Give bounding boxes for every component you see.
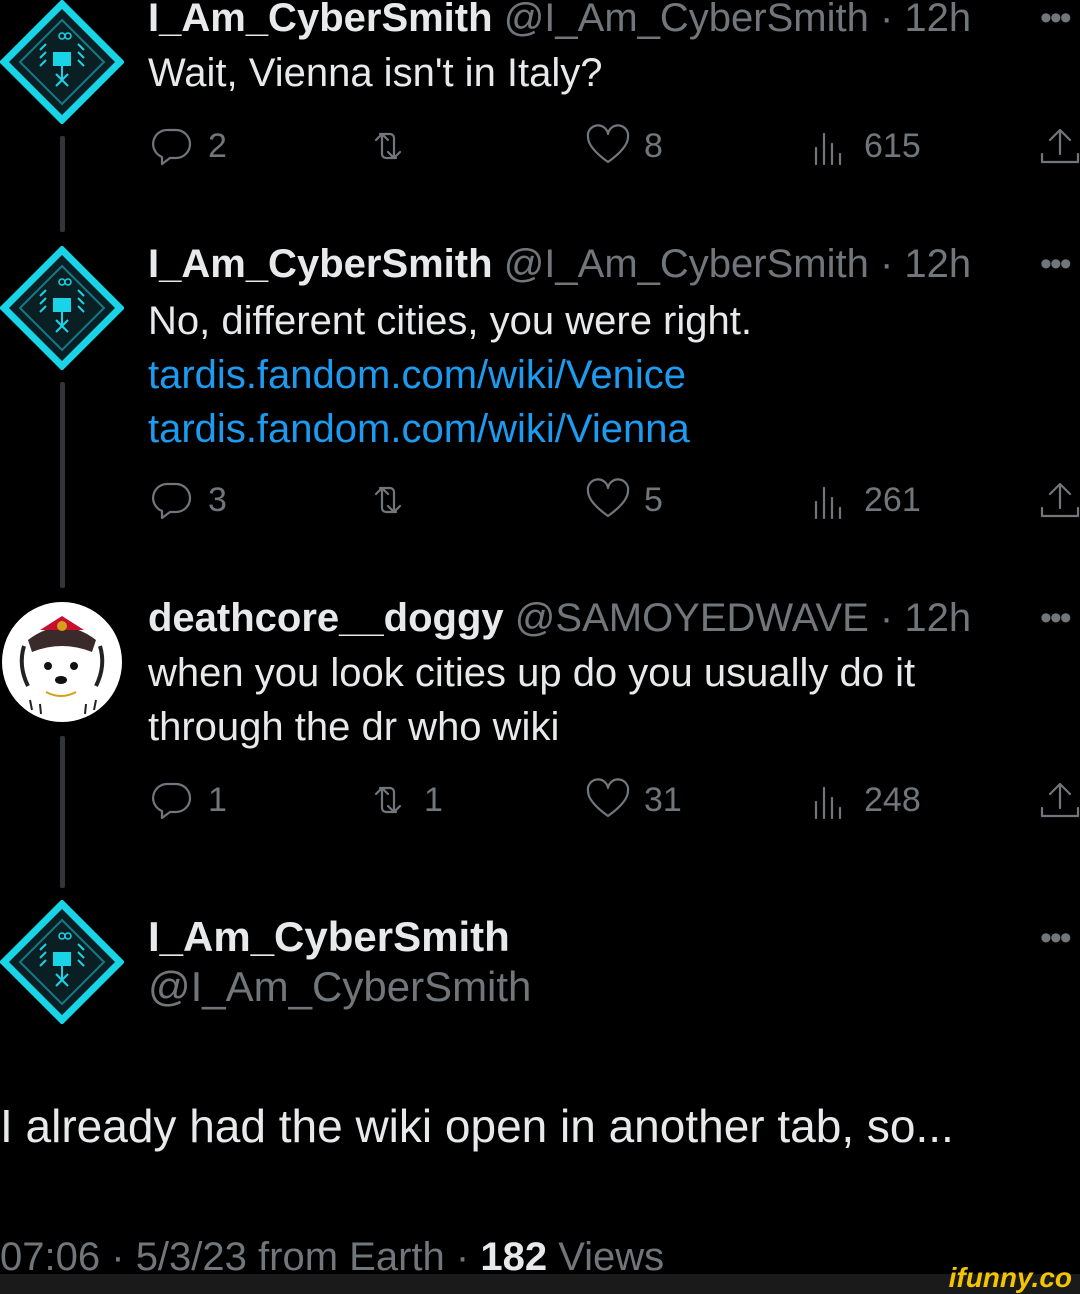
views-count[interactable]: 182 [480, 1235, 547, 1279]
tweet-actions: 1 1 31 248 [148, 774, 1080, 826]
like-count: 31 [644, 780, 682, 819]
views-button[interactable]: 248 [804, 774, 921, 826]
views-count: 248 [864, 780, 921, 819]
timestamp[interactable]: 12h [904, 242, 971, 286]
thread-line [60, 736, 65, 888]
retweet-icon [374, 132, 402, 160]
tweet-text-line: when you look cities up do you usually d… [148, 651, 916, 695]
retweet-count: 1 [424, 780, 443, 819]
more-options-icon[interactable]: ••• [1040, 601, 1080, 635]
retweet-button[interactable]: 1 [364, 774, 443, 826]
reply-icon [152, 782, 192, 820]
tweet-actions: 3 5 261 [148, 474, 1080, 526]
reply-count: 3 [208, 480, 227, 519]
views-count: 261 [864, 480, 921, 519]
cybersmith-diamond-avatar-icon[interactable] [0, 246, 124, 370]
tweet-header: deathcore__doggy @SAMOYEDWAVE · 12h [148, 594, 971, 642]
more-options-icon[interactable]: ••• [1040, 247, 1080, 281]
ifunny-watermark: ifunny.co [948, 1262, 1072, 1293]
tweet-actions: 2 8 615 [148, 120, 1080, 172]
tweet-text: when you look cities up do you usually d… [148, 646, 915, 754]
more-options-icon[interactable]: ••• [1040, 1, 1080, 35]
like-count: 5 [644, 480, 663, 519]
views-chart-icon [814, 786, 842, 820]
timestamp[interactable]: 12h [904, 596, 971, 640]
cybersmith-diamond-avatar-icon[interactable] [0, 900, 124, 1024]
reply-icon [152, 128, 192, 166]
separator-dot: · [455, 1235, 470, 1279]
reply-count: 2 [208, 126, 227, 165]
cybersmith-diamond-avatar-icon[interactable] [0, 0, 124, 124]
heart-icon [586, 478, 630, 518]
thread-line [60, 136, 65, 232]
tweet-date[interactable]: 5/3/23 [136, 1235, 247, 1279]
like-button[interactable]: 31 [584, 774, 682, 826]
user-handle[interactable]: @SAMOYEDWAVE [515, 596, 869, 640]
views-count: 615 [864, 126, 921, 165]
separator-dot: · [879, 242, 894, 286]
views-chart-icon [814, 132, 842, 166]
views-label: Views [558, 1235, 665, 1279]
views-button[interactable]: 261 [804, 474, 921, 526]
reply-icon [152, 482, 192, 520]
user-handle[interactable]: @I_Am_CyberSmith [504, 242, 869, 286]
share-button[interactable] [1036, 120, 1080, 172]
tweet-header: I_Am_CyberSmith @I_Am_CyberSmith · 12h [148, 240, 971, 288]
share-button[interactable] [1036, 774, 1080, 826]
tweet-text-line: No, different cities, you were right. [148, 299, 752, 343]
retweet-icon [374, 786, 402, 814]
retweet-icon [374, 486, 402, 514]
timestamp[interactable]: 12h [904, 0, 971, 40]
display-name[interactable]: I_Am_CyberSmith [148, 242, 493, 286]
share-icon [1040, 128, 1080, 164]
like-button[interactable]: 5 [584, 474, 663, 526]
reply-count: 1 [208, 780, 227, 819]
share-button[interactable] [1036, 474, 1080, 526]
watermark-bar [0, 1274, 1080, 1294]
tweet-header: I_Am_CyberSmith @I_Am_CyberSmith · 12h [148, 0, 971, 42]
display-name[interactable]: I_Am_CyberSmith [148, 0, 493, 40]
tweet-link[interactable]: tardis.fandom.com/wiki/Venice [148, 348, 752, 402]
share-icon [1040, 782, 1080, 818]
heart-icon [586, 778, 630, 818]
share-icon [1040, 482, 1080, 518]
separator-dot: · [879, 0, 894, 40]
tweet-link[interactable]: tardis.fandom.com/wiki/Vienna [148, 402, 752, 456]
samoyed-samurai-avatar-icon[interactable] [0, 600, 124, 724]
views-chart-icon [814, 486, 842, 520]
tweet-text: No, different cities, you were right. ta… [148, 294, 752, 456]
reply-button[interactable]: 1 [148, 774, 227, 826]
more-options-icon[interactable]: ••• [1040, 921, 1080, 955]
main-tweet-text: I already had the wiki open in another t… [0, 1100, 954, 1152]
separator-dot: · [879, 596, 894, 640]
views-button[interactable]: 615 [804, 120, 921, 172]
separator-dot: · [111, 1235, 125, 1279]
tweet-text-line: through the dr who wiki [148, 705, 560, 749]
reply-button[interactable]: 2 [148, 120, 227, 172]
display-name[interactable]: deathcore__doggy [148, 596, 504, 640]
thread-line [60, 382, 65, 588]
reply-button[interactable]: 3 [148, 474, 227, 526]
tweet-text-line: Wait, Vienna isn't in Italy? [148, 51, 603, 95]
tweet-text: Wait, Vienna isn't in Italy? [148, 46, 603, 100]
tweet-source: from Earth [258, 1235, 445, 1279]
like-button[interactable]: 8 [584, 120, 663, 172]
heart-icon [586, 124, 630, 164]
tweet-time[interactable]: 07:06 [0, 1235, 100, 1279]
user-handle[interactable]: @I_Am_CyberSmith [504, 0, 869, 40]
display-name[interactable]: I_Am_CyberSmith [148, 912, 510, 962]
user-handle[interactable]: @I_Am_CyberSmith [148, 962, 531, 1012]
retweet-button[interactable] [364, 120, 424, 172]
retweet-button[interactable] [364, 474, 424, 526]
like-count: 8 [644, 126, 663, 165]
